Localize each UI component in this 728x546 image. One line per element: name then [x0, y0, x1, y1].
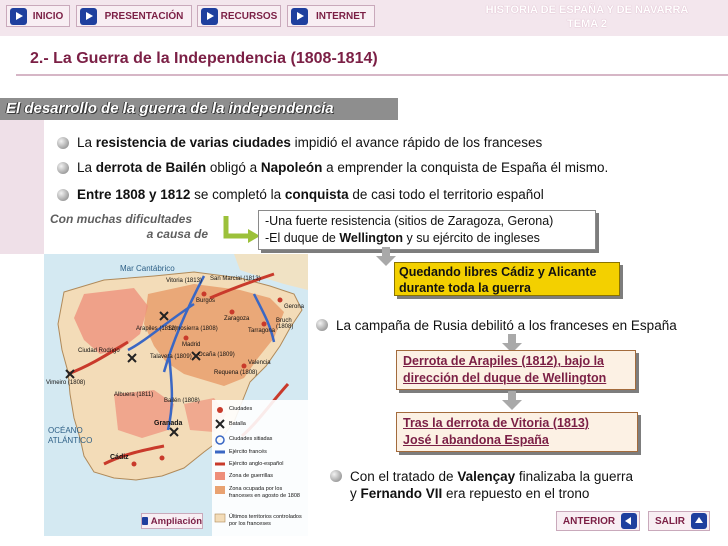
legend-label: Ejército anglo-español: [229, 461, 284, 467]
difficulties-label: Con muchas dificultades a causa de: [50, 212, 210, 242]
cadiz-alicante-box: Quedando libres Cádiz y Alicante durante…: [394, 262, 620, 296]
map-city-label: Bailén (1808): [164, 398, 200, 404]
arapiles-line2: dirección del duque de Wellington: [403, 371, 607, 385]
russia-campaign-text: La campaña de Rusia debilitó a los franc…: [316, 317, 677, 334]
map-city-label: Vimeiro (1808): [46, 380, 86, 386]
cause-resistance: -Una fuerte resistencia (sitios de Zarag…: [265, 214, 554, 228]
title-divider: [16, 74, 728, 76]
expand-icon: [142, 517, 148, 525]
nav-inicio-label: INICIO: [32, 10, 64, 22]
map-city-label: Requena (1808): [214, 370, 258, 376]
ampliacion-label: Ampliación: [150, 515, 202, 527]
map-city-label: Cádiz: [110, 454, 129, 461]
course-title: HISTORIA DE ESPAÑA Y DE NAVARRA: [485, 4, 689, 16]
map-label-ocean: OCÉANO: [48, 426, 83, 435]
bullet-icon: [57, 188, 69, 201]
play-arrow-icon: [80, 7, 97, 25]
bullet-text: La derrota de Bailén obligó a Napoleón a…: [77, 160, 609, 175]
difficulties-line2: a causa de: [146, 227, 208, 241]
cadiz-line2: durante toda la guerra: [399, 281, 531, 295]
nav-presentacion-label: PRESENTACIÓN: [104, 10, 184, 22]
vitoria-line2: José I abandona España: [403, 433, 549, 447]
nav-internet-label: INTERNET: [316, 10, 366, 22]
valencay-body: Con el tratado de Valençay finalizaba la…: [350, 469, 633, 501]
legend-label: Ciudades sitiadas: [229, 436, 273, 442]
bullet-icon: [330, 470, 342, 482]
legend-label: Zona ocupada por los franceses en agosto…: [229, 486, 300, 499]
nav-recursos-button[interactable]: RECURSOS: [197, 5, 281, 27]
peninsula-war-map: Mar Cantábrico OCÉANO ATLÁNTICO Vitoria …: [44, 254, 308, 536]
previous-label: ANTERIOR: [562, 515, 616, 527]
map-city-label: Valencia: [248, 360, 271, 366]
map-city-label: Madrid: [182, 342, 201, 348]
map-city-label: Ciudad Rodrigo: [78, 348, 120, 354]
map-city-label: Tarragona: [248, 328, 276, 334]
map-city-label: Talavera (1809): [150, 354, 192, 360]
course-header: HISTORIA DE ESPAÑA Y DE NAVARRA TEMA 2: [460, 3, 714, 31]
back-arrow-icon: [621, 513, 637, 529]
exit-label: SALIR: [655, 515, 685, 527]
bullet-icon: [316, 319, 328, 331]
bullet-text: Entre 1808 y 1812 se completó la conquis…: [77, 187, 544, 202]
cadiz-line1: Quedando libres Cádiz y Alicante: [399, 265, 597, 279]
exit-arrow-icon: [691, 513, 707, 529]
russia-text: La campaña de Rusia debilitó a los franc…: [336, 318, 677, 333]
bullet-resistance: La resistencia de varias ciudades impidi…: [57, 135, 542, 150]
arapiles-line1: Derrota de Arapiles (1812), bajo la: [403, 354, 605, 368]
map-city-label: Albuera (1811): [114, 392, 154, 398]
nav-presentacion-button[interactable]: PRESENTACIÓN: [76, 5, 192, 27]
bullet-text: La resistencia de varias ciudades impidi…: [77, 135, 543, 150]
map-city-label: San Marcial (1813): [210, 276, 261, 282]
exit-button[interactable]: SALIR: [648, 511, 710, 531]
course-unit: TEMA 2: [567, 18, 607, 30]
play-arrow-icon: [10, 7, 27, 25]
map-city-label: Somosierra (1808): [168, 326, 218, 332]
bullet-bailen: La derrota de Bailén obligó a Napoleón a…: [57, 160, 608, 175]
cause-wellington: -El duque de Wellington y su ejército de…: [265, 231, 540, 245]
map-city-label: Zaragoza: [224, 316, 250, 322]
legend-label: Últimos territorios controlados por los …: [229, 514, 302, 527]
valencay-text: Con el tratado de Valençay finalizaba la…: [330, 468, 633, 502]
arapiles-box: Derrota de Arapiles (1812), bajo la dire…: [396, 350, 636, 390]
legend-label: Batalla: [229, 421, 246, 427]
bullet-conquest: Entre 1808 y 1812 se completó la conquis…: [57, 187, 544, 202]
vitoria-box: Tras la derrota de Vitoria (1813) José I…: [396, 412, 638, 452]
map-city-label: Burgos: [196, 298, 216, 304]
down-arrow-icon: [502, 391, 522, 410]
nav-inicio-button[interactable]: INICIO: [6, 5, 70, 27]
ampliacion-button[interactable]: Ampliación: [141, 513, 203, 529]
map-city-label: Vitoria (1813): [166, 278, 202, 284]
subtitle-text: El desarrollo de la guerra de la indepen…: [6, 100, 334, 117]
map-label-ocean2: ATLÁNTICO: [48, 436, 93, 445]
map-label-sea: Mar Cantábrico: [120, 264, 175, 273]
difficulties-line1: Con muchas dificultades: [50, 212, 193, 226]
map-city-label: Bruch (1808): [276, 318, 294, 330]
legend-label: Ciudades: [229, 406, 253, 412]
previous-button[interactable]: ANTERIOR: [556, 511, 640, 531]
top-nav-bar: INICIO PRESENTACIÓN RECURSOS INTERNET HI…: [0, 0, 728, 36]
play-arrow-icon: [291, 7, 308, 25]
nav-recursos-label: RECURSOS: [220, 10, 278, 22]
bullet-icon: [57, 136, 69, 149]
bullet-icon: [57, 161, 69, 174]
legend-label: Zona de guerrillas: [229, 473, 274, 479]
page-title: 2.- La Guerra de la Independencia (1808-…: [30, 50, 378, 67]
legend-label: Ejército francés: [229, 449, 267, 455]
nav-internet-button[interactable]: INTERNET: [287, 5, 375, 27]
map-city-label: Granada: [154, 420, 183, 427]
subtitle-bar: El desarrollo de la guerra de la indepen…: [0, 98, 398, 120]
map-city-label: Ocaña (1809): [198, 352, 235, 358]
play-arrow-icon: [201, 7, 218, 25]
vitoria-line1: Tras la derrota de Vitoria (1813): [403, 416, 589, 430]
causes-box: -Una fuerte resistencia (sitios de Zarag…: [258, 210, 596, 250]
map-city-label: Gerona: [284, 304, 305, 310]
left-decor-band: [0, 120, 44, 254]
